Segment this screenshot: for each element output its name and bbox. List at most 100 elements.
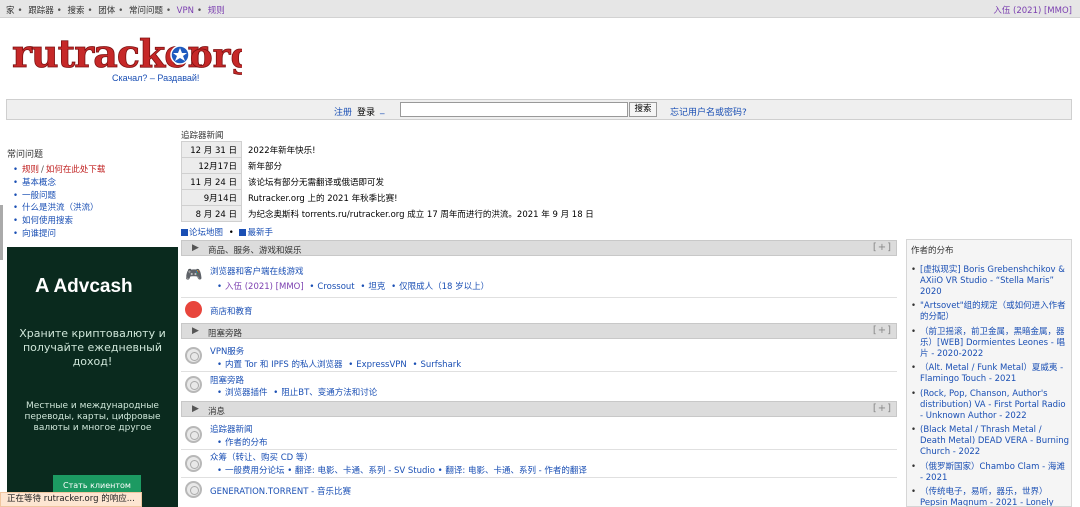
category-header-bypass[interactable]: ▶ 阻塞旁路 [+]	[181, 323, 897, 339]
nav-home[interactable]: 家	[6, 6, 15, 16]
expand-arrow-icon: ▶	[192, 404, 199, 414]
forum-link-generation-torrent[interactable]: GENERATION.TORRENT - 音乐比赛	[210, 485, 351, 497]
logo-slogan: Скачал? – Раздавай!	[112, 73, 199, 83]
nav-tracker[interactable]: 跟踪器	[28, 6, 54, 16]
forum-status-icon	[185, 426, 202, 443]
faq-item: 向谁提问	[13, 228, 105, 241]
login-label[interactable]: 登录	[357, 105, 375, 118]
top-user-link[interactable]: 入伍 (2021) [MMO]	[993, 4, 1072, 16]
nav-rules[interactable]: 规则	[208, 6, 225, 16]
forum-map-link[interactable]: 论坛地图	[189, 228, 223, 238]
faq-ask-link[interactable]: 向谁提问	[22, 229, 56, 239]
news-date: 12月17日	[181, 157, 242, 174]
top-bar: 家 • 跟踪器 • 搜索 • 团体 • 常问问题 • VPN • 规则 入伍 (2021) …	[0, 0, 1080, 18]
news-text[interactable]: Rutracker.org 上的 2021 年秋季比赛!	[242, 190, 594, 206]
faq-item: 一般问题	[13, 190, 105, 203]
forum-link-online-games[interactable]: 浏览器和客户端在线游戏	[210, 265, 304, 277]
nav-search[interactable]: 搜索	[67, 6, 84, 16]
subforum-link[interactable]: 内置 Tor 和 IPFS 的私人浏览器	[225, 360, 343, 370]
expand-arrow-icon: ▶	[192, 243, 199, 253]
advcash-logo: A Advcash	[35, 275, 133, 297]
distribution-item[interactable]: "Artsovet"组的规定（或如何进入作者的分配）	[911, 301, 1069, 323]
category-header-news[interactable]: ▶ 消息 [+]	[181, 401, 897, 417]
forum-link-bypass[interactable]: 阻塞旁路	[210, 374, 244, 386]
newest-link[interactable]: 最新手	[247, 228, 273, 238]
category-header-goods[interactable]: ▶ 商品、服务、游戏和娱乐 [+]	[181, 240, 897, 256]
subforum-link[interactable]: ExpressVPN	[356, 360, 407, 370]
distribution-item[interactable]: （Alt. Metal / Funk Metal）夏威夷 - Flamingo …	[911, 363, 1069, 385]
forum-link-shops[interactable]: 商店和教育	[210, 305, 253, 317]
subforum-link[interactable]: 阻止BT、变通方法和讨论	[281, 388, 377, 398]
news-date: 11 月 24 日	[181, 173, 242, 190]
news-row: 11 月 24 日该论坛有部分无需翻译或俄语即可发	[181, 173, 594, 190]
distribution-item[interactable]: (Black Metal / Thrash Metal / Death Meta…	[911, 425, 1069, 457]
subforum-link[interactable]: 坦克	[368, 282, 385, 292]
faq-general-link[interactable]: 一般问题	[22, 191, 56, 201]
faq-item: 什么是洪流（洪流）	[13, 202, 105, 215]
category-title: 消息	[208, 407, 226, 417]
subforum-list: • 入伍 (2021) [MMO] • Crossout • 坦克 • 仅限成人（18 …	[217, 282, 490, 292]
advcash-mark-icon: A	[35, 275, 50, 297]
faq-item: 如何使用搜索	[13, 215, 105, 228]
faq-torrent-link[interactable]: 什么是洪流（洪流）	[22, 203, 99, 213]
expand-toggle[interactable]: [+]	[873, 403, 892, 414]
distribution-item[interactable]: （前卫摇滚，前卫金属，黑暗金属，器乐）[WEB] Dormientes Leon…	[911, 327, 1069, 359]
faq-basics-link[interactable]: 基本概念	[22, 178, 56, 188]
news-text[interactable]: 该论坛有部分无需翻译或俄语即可发	[242, 174, 594, 190]
subforum-list: • 内置 Tor 和 IPFS 的私人浏览器 • ExpressVPN • Surfs…	[217, 360, 462, 370]
advcash-ad-banner[interactable]: A Advcash Храните криптовалюту и получайт…	[7, 247, 178, 507]
subforum-link[interactable]: 一般费用分论坛 • 翻译: 电影、卡通、系列 - SV Studio • 翻译:…	[225, 466, 587, 476]
ad-subtext: Местные и международные переводы, карты,…	[24, 401, 161, 433]
register-link[interactable]: 注册	[334, 105, 352, 118]
map-icon	[181, 229, 188, 236]
login-bar: 注册 登录 _ 搜索 忘记用户名或密码?	[6, 99, 1072, 120]
subforum-link[interactable]: 浏览器插件	[225, 388, 268, 398]
forum-link-vpn[interactable]: VPN服务	[210, 345, 244, 357]
site-logo[interactable]: rutracker org Скачал? – Раздавай!	[10, 27, 242, 85]
sub-nav: 论坛地图 • 最新手	[181, 226, 273, 238]
svg-text:org: org	[190, 36, 242, 76]
faq-download-link[interactable]: 如何在此处下载	[46, 165, 106, 175]
divider	[181, 477, 897, 478]
nav-vpn[interactable]: VPN	[177, 6, 194, 16]
login-underscore[interactable]: _	[380, 105, 385, 115]
nav-groups[interactable]: 团体	[98, 6, 115, 16]
search-input[interactable]	[400, 102, 628, 117]
subforum-link[interactable]: 作者的分布	[225, 438, 268, 448]
distribution-item[interactable]: (Rock, Pop, Chanson, Author's distributi…	[911, 389, 1069, 421]
panel-title: 作者的分布	[911, 246, 954, 256]
nav-faq[interactable]: 常问问题	[129, 6, 163, 16]
scroll-handle[interactable]	[0, 205, 3, 260]
divider	[181, 371, 897, 372]
subforum-link[interactable]: Surfshark	[420, 360, 461, 370]
news-text[interactable]: 为纪念奥斯科 torrents.ru/rutracker.org 成立 17 周…	[242, 206, 594, 222]
subforum-link[interactable]: 入伍 (2021) [MMO]	[225, 282, 304, 292]
subforum-link[interactable]: 仅限成人（18 岁以上）	[399, 282, 489, 292]
subforum-list: • 浏览器插件 • 阻止BT、变通方法和讨论	[217, 388, 378, 398]
category-title: 阻塞旁路	[208, 329, 243, 339]
forum-link-tracker-news[interactable]: 追踪器新闻	[210, 423, 253, 435]
top-nav: 家 • 跟踪器 • 搜索 • 团体 • 常问问题 • VPN • 规则	[6, 6, 225, 16]
subforum-list: • 作者的分布	[217, 438, 268, 448]
subforum-link[interactable]: Crossout	[317, 282, 354, 292]
forum-link-crowdfunding[interactable]: 众筹（转让、购买 CD 等）	[210, 451, 313, 463]
expand-toggle[interactable]: [+]	[873, 325, 892, 336]
faq-rules-link[interactable]: 规则	[22, 165, 39, 175]
news-table: 12 月 31 日 2022年新年快乐! 12月17日 新年部分 11 月 24 日…	[181, 141, 594, 222]
news-date: 8 月 24 日	[181, 205, 242, 222]
author-distributions-panel: 作者的分布 [虚拟现实] Boris Grebenshchikov & AXii…	[906, 239, 1072, 507]
category-title: 商品、服务、游戏和娱乐	[208, 246, 302, 256]
news-text[interactable]: 2022年新年快乐!	[242, 142, 594, 158]
expand-toggle[interactable]: [+]	[873, 242, 892, 253]
news-row: 8 月 24 日为纪念奥斯科 torrents.ru/rutracker.org…	[181, 205, 594, 222]
news-date: 9月14日	[181, 189, 242, 206]
forgot-password-link[interactable]: 忘记用户名或密码?	[670, 105, 747, 118]
search-button[interactable]: 搜索	[629, 102, 657, 117]
distribution-item[interactable]: （传统电子，易听，器乐，世界）Pepsin Magnum - 2021 - Lo…	[911, 487, 1069, 506]
distribution-item[interactable]: （俄罗斯国家）Chambo Clam - 海滩 - 2021	[911, 462, 1069, 484]
faq-search-link[interactable]: 如何使用搜索	[22, 216, 73, 226]
distribution-item[interactable]: [虚拟现实] Boris Grebenshchikov & AXiiO VR S…	[911, 265, 1069, 297]
faq-list: 规则/如何在此处下载 基本概念 一般问题 什么是洪流（洪流） 如何使用搜索 向谁…	[13, 164, 105, 241]
forum-status-icon	[185, 376, 202, 393]
news-text[interactable]: 新年部分	[242, 158, 594, 174]
